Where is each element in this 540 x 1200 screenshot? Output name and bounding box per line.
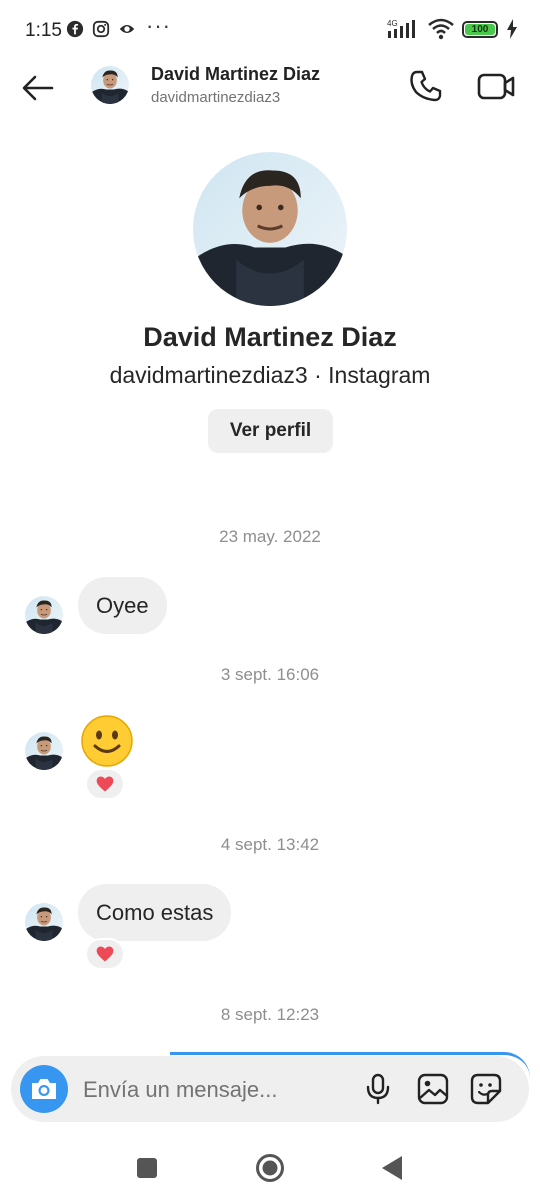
message-text: Oyee	[96, 592, 149, 618]
instagram-icon	[92, 20, 110, 38]
view-profile-button[interactable]: Ver perfil	[208, 409, 333, 453]
back-icon[interactable]	[380, 1154, 404, 1182]
network-type-label: 4G	[387, 19, 398, 28]
back-arrow-icon[interactable]	[20, 70, 56, 106]
recents-icon[interactable]	[135, 1156, 159, 1180]
status-more-icon: ···	[146, 13, 171, 38]
message-timestamp: 8 sept. 12:23	[220, 1005, 320, 1024]
message-bubble[interactable]: Como estas	[78, 884, 232, 941]
message-timestamp: 3 sept. 16:06	[220, 665, 320, 684]
message-text: Como estas	[96, 899, 214, 925]
status-notification-icons	[66, 20, 136, 38]
header-avatar[interactable]	[91, 66, 129, 104]
status-time: 1:15	[25, 20, 62, 41]
video-camera-icon[interactable]	[476, 68, 516, 104]
message-input[interactable]	[83, 1076, 343, 1104]
message-composer	[11, 1056, 529, 1122]
status-bar: 1:15 ··· 4G 100	[0, 0, 540, 58]
profile-subtitle: davidmartinezdiaz3 · Instagram	[109, 362, 431, 388]
app-icon	[119, 24, 135, 34]
system-nav-bar	[0, 1136, 540, 1200]
gallery-icon[interactable]	[416, 1072, 450, 1106]
sticker-icon[interactable]	[469, 1072, 503, 1106]
chat-header: David Martinez Diaz davidmartinezdiaz3	[0, 58, 540, 118]
header-contact-name[interactable]: David Martinez Diaz	[151, 64, 320, 85]
sender-avatar[interactable]	[25, 596, 63, 634]
profile-avatar[interactable]	[193, 152, 347, 306]
signal-icon: 4G	[387, 19, 415, 38]
heart-reaction[interactable]	[85, 938, 125, 970]
profile-name: David Martinez Diaz	[143, 322, 397, 352]
slightly-smiling-face-icon[interactable]	[80, 714, 134, 768]
camera-icon	[32, 1079, 56, 1099]
microphone-icon[interactable]	[361, 1072, 395, 1106]
facebook-icon	[66, 20, 84, 38]
heart-icon	[95, 944, 115, 964]
sender-avatar[interactable]	[25, 903, 63, 941]
status-right-icons: 4G 100	[386, 18, 518, 40]
camera-button[interactable]	[20, 1065, 68, 1113]
home-icon[interactable]	[255, 1153, 285, 1183]
message-bubble[interactable]: Oyee	[78, 577, 167, 634]
heart-reaction[interactable]	[85, 768, 125, 800]
heart-icon	[95, 774, 115, 794]
header-username[interactable]: davidmartinezdiaz3	[151, 89, 280, 106]
sender-avatar[interactable]	[25, 732, 63, 770]
charging-icon	[507, 19, 517, 39]
phone-icon[interactable]	[408, 68, 444, 104]
message-timestamp: 23 may. 2022	[219, 527, 321, 546]
battery-icon: 100	[462, 20, 498, 38]
battery-level: 100	[471, 23, 489, 35]
wifi-icon	[428, 18, 454, 40]
message-timestamp: 4 sept. 13:42	[220, 835, 320, 854]
